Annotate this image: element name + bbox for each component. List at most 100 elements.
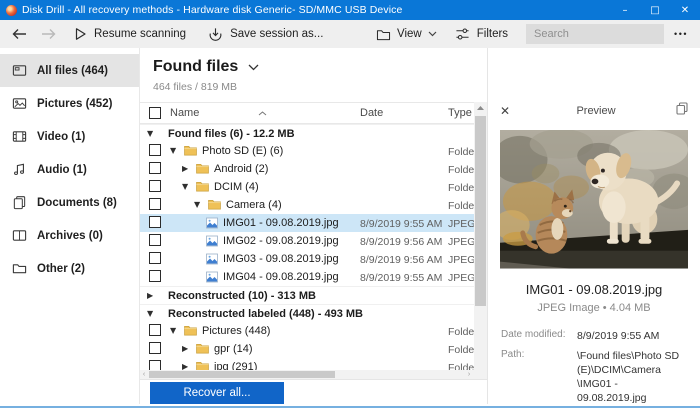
row-name: IMG01 - 09.08.2019.jpg [223, 217, 339, 229]
filters-button[interactable]: Filters [455, 27, 508, 41]
date-modified-value: 8/9/2019 9:55 AM [577, 329, 659, 343]
group-row[interactable]: ▼Found files (6) - 12.2 MB [140, 124, 487, 142]
row-name: gpr (14) [214, 343, 253, 355]
row-checkbox[interactable] [149, 270, 161, 282]
back-arrow-icon[interactable] [12, 28, 27, 40]
close-button[interactable]: ✕ [670, 0, 700, 20]
more-options-button[interactable]: ••• [674, 29, 688, 39]
group-row[interactable]: ▼Reconstructed labeled (448) - 493 MB [140, 304, 487, 322]
expand-arrow-icon[interactable]: ▶ [147, 291, 153, 300]
row-checkbox[interactable] [149, 216, 161, 228]
video-icon [12, 129, 27, 144]
row-checkbox[interactable] [149, 360, 161, 370]
row-checkbox[interactable] [149, 144, 161, 156]
horizontal-scrollbar[interactable]: ‹ › [140, 370, 487, 379]
title-chevron-down-icon[interactable] [248, 64, 259, 71]
folder-row[interactable]: ▼Photo SD (E) (6)Folder [140, 142, 487, 160]
files-summary: 464 files / 819 MB [153, 81, 487, 93]
row-name: Android (2) [214, 163, 268, 175]
search-input[interactable] [526, 24, 664, 44]
disk-drill-logo-icon [6, 5, 17, 16]
group-row[interactable]: ▶ Reconstructed (10) - 313 MB [140, 286, 487, 304]
row-type: JPEG Image [448, 236, 474, 248]
scroll-left-icon[interactable]: ‹ [140, 370, 148, 379]
horizontal-scroll-thumb[interactable] [149, 371, 335, 378]
file-row[interactable]: IMG02 - 09.08.2019.jpg8/9/2019 9:56 AMJP… [140, 232, 487, 250]
row-checkbox[interactable] [149, 162, 161, 174]
file-row[interactable]: IMG04 - 09.08.2019.jpg8/9/2019 9:55 AMJP… [140, 268, 487, 286]
expand-arrow-icon[interactable]: ▶ [182, 344, 188, 353]
sidebar-item-all-files[interactable]: All files (464) [0, 54, 139, 87]
main-header: Found files 464 files / 819 MB [140, 48, 487, 102]
row-type: JPEG Image [448, 218, 474, 230]
sidebar-item-video[interactable]: Video (1) [0, 120, 139, 153]
sidebar: All files (464) Pictures (452)Video (1)Au… [0, 48, 140, 404]
main-panel: Found files 464 files / 819 MB Name Date… [140, 48, 487, 404]
folder-row[interactable]: ▶jpg (291)Folder [140, 358, 487, 370]
collapse-arrow-icon[interactable]: ▼ [170, 326, 176, 335]
file-row[interactable]: IMG03 - 09.08.2019.jpg8/9/2019 9:56 AMJP… [140, 250, 487, 268]
expand-arrow-icon[interactable]: ▶ [182, 362, 188, 370]
path-label: Path: [501, 349, 577, 406]
documents-icon [12, 195, 27, 210]
scroll-up-icon[interactable] [474, 102, 487, 114]
row-checkbox[interactable] [149, 180, 161, 192]
column-name[interactable]: Name [170, 107, 199, 119]
row-checkbox[interactable] [149, 198, 161, 210]
row-checkbox[interactable] [149, 324, 161, 336]
row-checkbox[interactable] [149, 342, 161, 354]
expand-arrow-icon[interactable]: ▶ [182, 164, 188, 173]
image-file-icon [206, 217, 218, 232]
row-type: JPEG Image [448, 254, 474, 266]
maximize-button[interactable]: □ [640, 0, 670, 20]
page-title: Found files [153, 58, 238, 76]
row-date: 8/9/2019 9:55 AM [360, 218, 442, 230]
scroll-right-icon[interactable]: › [465, 370, 473, 379]
folder-icon [184, 325, 197, 339]
collapse-arrow-icon[interactable]: ▼ [147, 309, 153, 318]
close-preview-icon[interactable]: ✕ [500, 104, 516, 118]
select-all-checkbox[interactable] [149, 107, 161, 119]
row-type: Folder [448, 200, 474, 212]
column-date[interactable]: Date [360, 107, 383, 119]
folder-row[interactable]: ▶Android (2)Folder [140, 160, 487, 178]
vertical-scrollbar[interactable] [474, 102, 487, 370]
other-icon [12, 261, 27, 276]
resume-scanning-label: Resume scanning [94, 28, 186, 40]
row-name: IMG04 - 09.08.2019.jpg [223, 271, 339, 283]
minimize-button[interactable]: – [610, 0, 640, 20]
sidebar-item-label: Other (2) [37, 263, 85, 275]
preview-details: Date modified: 8/9/2019 9:55 AM Path: \F… [488, 329, 700, 408]
folder-row[interactable]: ▼Camera (4)Folder [140, 196, 487, 214]
copy-icon[interactable] [676, 102, 688, 120]
sidebar-item-pictures[interactable]: Pictures (452) [0, 87, 139, 120]
sidebar-item-label: All files (464) [37, 65, 108, 77]
folder-row[interactable]: ▶gpr (14)Folder [140, 340, 487, 358]
save-session-button[interactable]: Save session as... [208, 27, 323, 42]
row-checkbox[interactable] [149, 234, 161, 246]
sidebar-item-other[interactable]: Other (2) [0, 252, 139, 285]
sidebar-item-audio[interactable]: Audio (1) [0, 153, 139, 186]
forward-arrow-icon[interactable] [41, 28, 56, 40]
path-line-2: \IMG01 - 09.08.2019.jpg [577, 378, 646, 404]
collapse-arrow-icon[interactable]: ▼ [182, 182, 188, 191]
collapse-arrow-icon[interactable]: ▼ [147, 129, 153, 138]
folder-row[interactable]: ▼DCIM (4)Folder [140, 178, 487, 196]
folder-row[interactable]: ▼Pictures (448)Folder [140, 322, 487, 340]
sidebar-item-archives[interactable]: Archives (0) [0, 219, 139, 252]
file-row[interactable]: IMG01 - 09.08.2019.jpg 8/9/2019 9:55 AM JP… [140, 214, 487, 232]
recover-all-button[interactable]: Recover all... [150, 382, 284, 404]
window-title: Disk Drill - All recovery methods - Hard… [22, 4, 610, 16]
row-checkbox[interactable] [149, 252, 161, 264]
column-type[interactable]: Type [448, 107, 472, 119]
folder-icon [208, 199, 221, 213]
sidebar-item-documents[interactable]: Documents (8) [0, 186, 139, 219]
vertical-scroll-thumb[interactable] [475, 116, 486, 306]
collapse-arrow-icon[interactable]: ▼ [194, 200, 200, 209]
resume-scanning-button[interactable]: Resume scanning [74, 27, 186, 41]
collapse-arrow-icon[interactable]: ▼ [170, 146, 176, 155]
row-name: Reconstructed (10) - 313 MB [168, 290, 316, 302]
row-name: Photo SD (E) (6) [202, 145, 283, 157]
image-file-icon [206, 235, 218, 250]
view-dropdown[interactable]: View [376, 28, 437, 41]
